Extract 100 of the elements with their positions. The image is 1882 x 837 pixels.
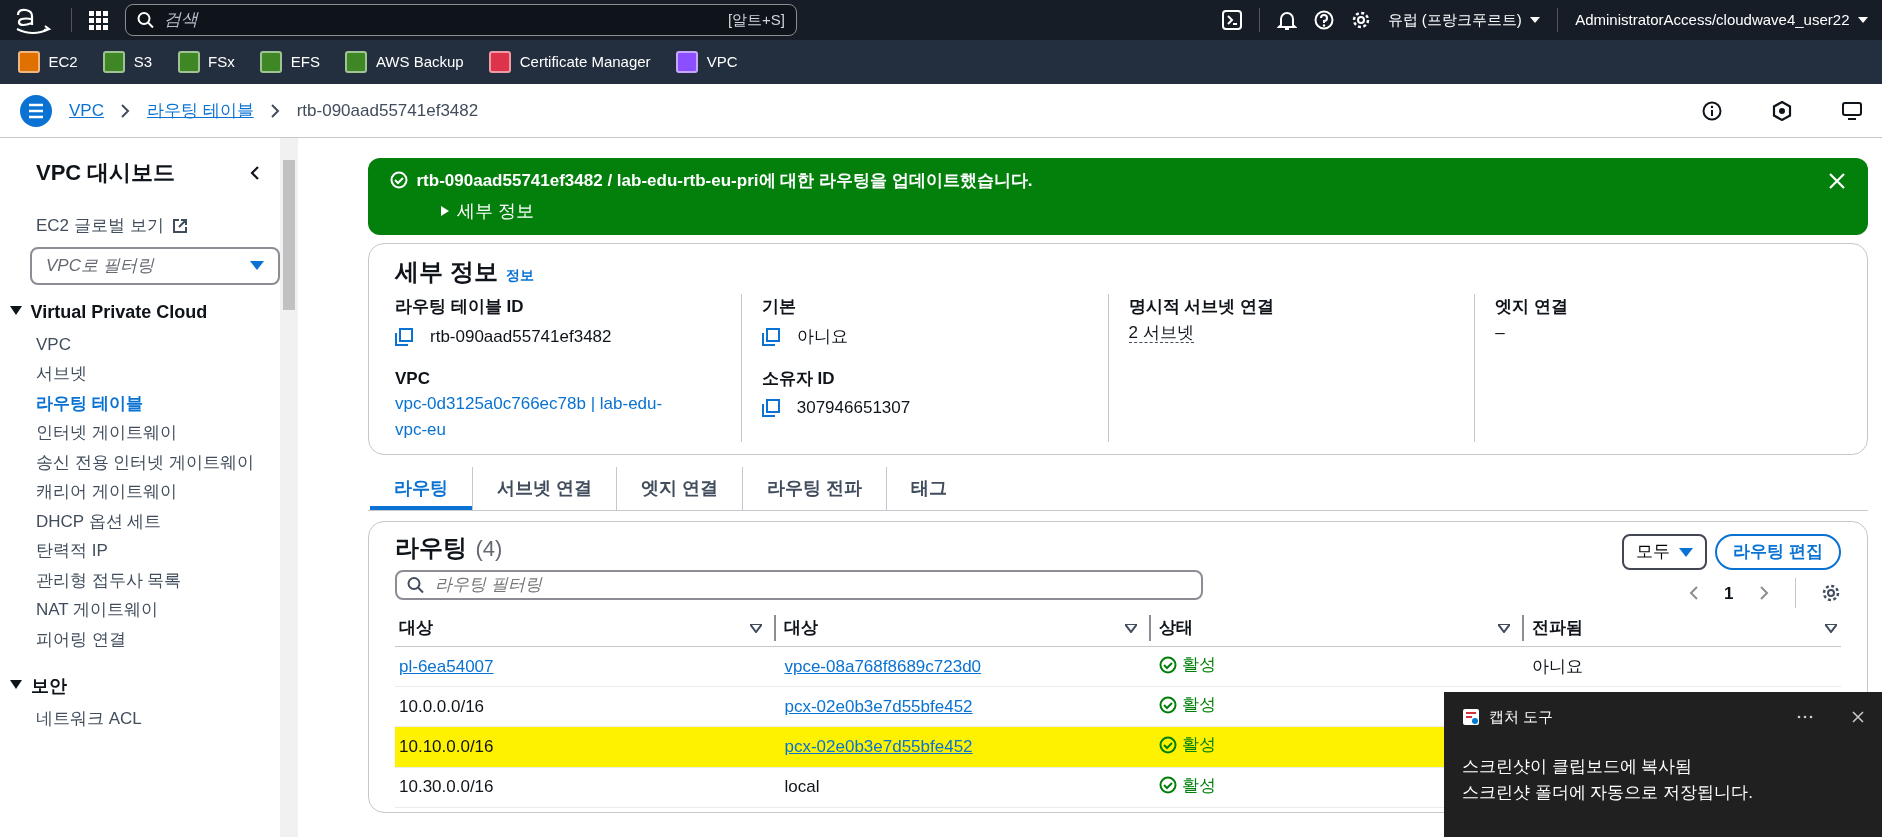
- breadcrumb-current: rtb-090aad55741ef3482: [296, 99, 479, 122]
- breadcrumb-link[interactable]: VPC: [69, 97, 104, 124]
- table-cell: 10.10.0.0/16: [399, 737, 494, 757]
- column-header[interactable]: 대상: [399, 615, 433, 641]
- favorite-link[interactable]: S3: [103, 50, 153, 74]
- column-header[interactable]: 대상: [784, 615, 819, 641]
- sort-icon[interactable]: [750, 623, 763, 633]
- chevron-right-icon: [270, 103, 280, 118]
- sidebar-item[interactable]: 캐리어 게이트웨이: [36, 477, 260, 507]
- route-filter-field[interactable]: 라우팅 필터링: [395, 570, 1203, 601]
- copy-icon[interactable]: [761, 327, 780, 346]
- card-title: 라우팅: [395, 533, 467, 563]
- sort-icon[interactable]: [1498, 623, 1511, 633]
- table-cell: 아니요: [1532, 656, 1584, 676]
- sort-icon[interactable]: [1825, 623, 1837, 633]
- chevron-left-icon[interactable]: [1688, 586, 1699, 601]
- tab[interactable]: 라우팅 전파: [742, 467, 887, 510]
- copy-icon[interactable]: [761, 399, 780, 417]
- favorite-link[interactable]: EC2: [18, 50, 78, 74]
- favorite-link[interactable]: FSx: [177, 50, 235, 74]
- sidebar-title: VPC 대시보드: [36, 159, 176, 187]
- screen-icon[interactable]: [1842, 100, 1862, 121]
- table-link[interactable]: pcx-02e0b3e7d55bfe452: [784, 696, 973, 716]
- edit-routes-button[interactable]: 라우팅 편집: [1715, 534, 1841, 570]
- details-toggle[interactable]: 세부 정보: [440, 197, 534, 225]
- chevron-right-icon: [120, 103, 130, 118]
- region-menu[interactable]: 유럽 (프랑크푸르트): [1387, 8, 1541, 32]
- tab[interactable]: 엣지 연결: [616, 467, 743, 510]
- settings-icon[interactable]: [1350, 10, 1371, 30]
- sidebar-item[interactable]: 라우팅 테이블: [36, 388, 260, 419]
- table-link[interactable]: vpce-08a768f8689c723d0: [784, 656, 982, 676]
- breadcrumb-link[interactable]: 라우팅 테이블: [146, 97, 254, 124]
- field-label: 소유자 ID: [761, 367, 836, 390]
- success-icon: [390, 171, 408, 189]
- sidebar-item[interactable]: 서브넷: [36, 359, 260, 389]
- caret-icon: [250, 261, 264, 270]
- tab[interactable]: 태그: [886, 467, 972, 510]
- success-icon: [1159, 655, 1178, 674]
- sidebar-item[interactable]: 관리형 접두사 목록: [36, 565, 260, 596]
- chevron-right-icon[interactable]: [1759, 586, 1769, 601]
- filter-select[interactable]: 모두: [1622, 534, 1707, 570]
- route-count: (4): [475, 535, 503, 563]
- field-value: 아니요: [796, 326, 848, 348]
- settings-icon[interactable]: [1821, 583, 1841, 604]
- terminal-icon[interactable]: [1221, 10, 1242, 30]
- sidebar-item[interactable]: 송신 전용 인터넷 게이트웨이: [36, 447, 260, 478]
- tab[interactable]: 라우팅: [370, 467, 472, 510]
- tab[interactable]: 서브넷 연결: [472, 467, 616, 510]
- snipping-tool-icon: [1462, 708, 1480, 727]
- sidebar-item[interactable]: 인터넷 게이트웨이: [36, 418, 260, 448]
- close-icon[interactable]: [1852, 711, 1864, 724]
- favorite-link[interactable]: AWS Backup: [345, 50, 464, 74]
- favorite-link[interactable]: EFS: [260, 50, 320, 74]
- status-text: 활성: [1181, 653, 1216, 676]
- column-header[interactable]: 전파됨: [1532, 615, 1584, 641]
- field-label: VPC: [395, 367, 431, 390]
- field-label: 엣지 연결: [1495, 296, 1569, 319]
- info-link[interactable]: 정보: [506, 265, 535, 286]
- table-link[interactable]: pl-6ea54007: [399, 656, 494, 676]
- vpc-link[interactable]: vpc-0d3125a0c766ec78b | lab-edu-vpc-eu: [395, 391, 685, 442]
- scrollbar[interactable]: [280, 138, 298, 837]
- favorite-link[interactable]: VPC: [676, 50, 738, 74]
- sort-icon[interactable]: [1125, 623, 1138, 633]
- copy-icon[interactable]: [395, 327, 413, 346]
- subnet-count-link[interactable]: 2 서브넷: [1128, 322, 1194, 343]
- table-cell: 10.0.0.0/16: [399, 696, 485, 716]
- collapse-icon[interactable]: [250, 165, 260, 180]
- sidebar-item[interactable]: NAT 게이트웨이: [36, 595, 260, 625]
- app-grid-icon[interactable]: [89, 10, 108, 30]
- external-link[interactable]: EC2 글로벌 보기: [36, 213, 260, 239]
- vpc-filter-select[interactable]: VPC로 필터링: [30, 246, 280, 285]
- sidebar-item[interactable]: 탄력적 IP: [36, 536, 260, 566]
- toast-message: 스크린샷이 클립보드에 복사됨: [1462, 756, 1694, 778]
- account-menu[interactable]: AdministratorAccess/cloudwave4_user22: [1575, 8, 1868, 32]
- favorite-link[interactable]: Certificate Manager: [489, 50, 651, 74]
- field-label: 라우팅 테이블 ID: [395, 296, 525, 319]
- sidebar-item[interactable]: VPC: [36, 329, 260, 360]
- shortcut-hint: [알트+S]: [727, 9, 785, 30]
- banner-message: rtb-090aad55741ef3482 / lab-edu-rtb-eu-pri에 대한 라우팅을 업데이트했습니다.: [416, 170, 1034, 192]
- sidebar-item[interactable]: DHCP 옵션 세트: [36, 506, 260, 537]
- status-text: 활성: [1181, 734, 1216, 757]
- section-header[interactable]: Virtual Private Cloud: [10, 298, 260, 326]
- section-header[interactable]: 보안: [10, 672, 260, 700]
- toast-title: 캡처 도구: [1488, 707, 1553, 727]
- sidebar-item[interactable]: 피어링 연결: [36, 624, 260, 655]
- page-number[interactable]: 1: [1724, 580, 1734, 606]
- field-label: 명시적 서브넷 연결: [1128, 296, 1275, 319]
- success-icon: [1159, 695, 1178, 714]
- hexagon-icon[interactable]: [1772, 100, 1792, 121]
- menu-icon[interactable]: [20, 94, 52, 127]
- info-icon[interactable]: [1702, 100, 1722, 121]
- column-header[interactable]: 상태: [1159, 615, 1194, 641]
- placeholder-text: VPC로 필터링: [46, 254, 154, 277]
- help-icon[interactable]: [1313, 10, 1334, 30]
- field-value: rtb-090aad55741ef3482: [430, 326, 612, 348]
- success-icon: [1159, 776, 1178, 795]
- sidebar-item[interactable]: 네트워크 ACL: [36, 703, 260, 734]
- bell-icon[interactable]: [1276, 9, 1297, 31]
- more-icon[interactable]: [1797, 715, 1813, 720]
- card-title: 세부 정보: [395, 257, 498, 287]
